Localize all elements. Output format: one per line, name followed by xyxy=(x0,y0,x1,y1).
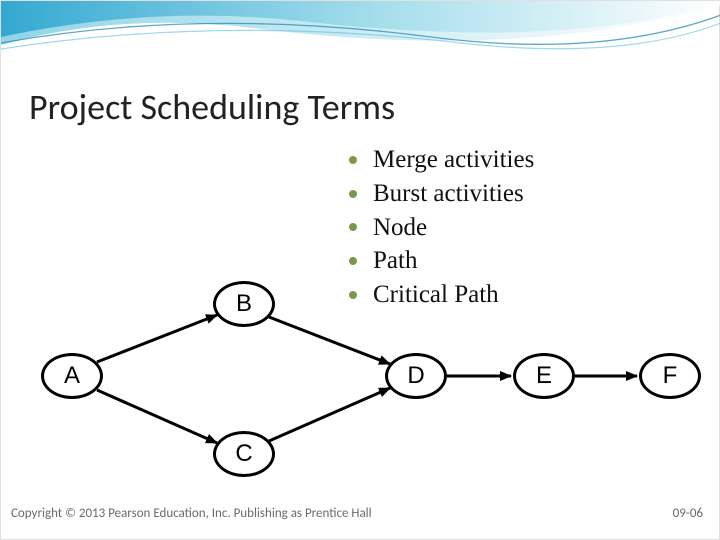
node-label: B xyxy=(236,290,252,318)
node-label: E xyxy=(536,362,552,390)
bullet-text: Node xyxy=(373,211,427,245)
node-label: F xyxy=(663,362,678,390)
footer-copyright: Copyright © 2013 Pearson Education, Inc.… xyxy=(11,506,372,521)
node-b: B xyxy=(213,281,275,327)
node-label: D xyxy=(407,362,424,390)
node-label: C xyxy=(235,440,252,468)
bullet-icon xyxy=(349,190,357,198)
node-label: A xyxy=(64,362,80,390)
bullet-item: Node xyxy=(349,211,534,245)
slide-title: Project Scheduling Terms xyxy=(29,85,395,129)
diagram-arrows xyxy=(41,281,681,481)
node-f: F xyxy=(639,353,701,399)
bullet-text: Path xyxy=(373,244,417,278)
bullet-text: Burst activities xyxy=(373,177,524,211)
bullet-icon xyxy=(349,156,357,164)
network-diagram: A B C D E F xyxy=(41,281,681,471)
node-a: A xyxy=(41,353,103,399)
bullet-icon xyxy=(349,257,357,265)
decorative-banner xyxy=(1,1,720,71)
bullet-text: Merge activities xyxy=(373,143,534,177)
footer-page-number: 09-06 xyxy=(673,506,703,521)
node-c: C xyxy=(213,431,275,477)
bullet-item: Burst activities xyxy=(349,177,534,211)
node-d: D xyxy=(385,353,447,399)
bullet-item: Merge activities xyxy=(349,143,534,177)
node-e: E xyxy=(513,353,575,399)
slide: Project Scheduling Terms Merge activitie… xyxy=(0,0,720,540)
bullet-item: Path xyxy=(349,244,534,278)
bullet-icon xyxy=(349,223,357,231)
